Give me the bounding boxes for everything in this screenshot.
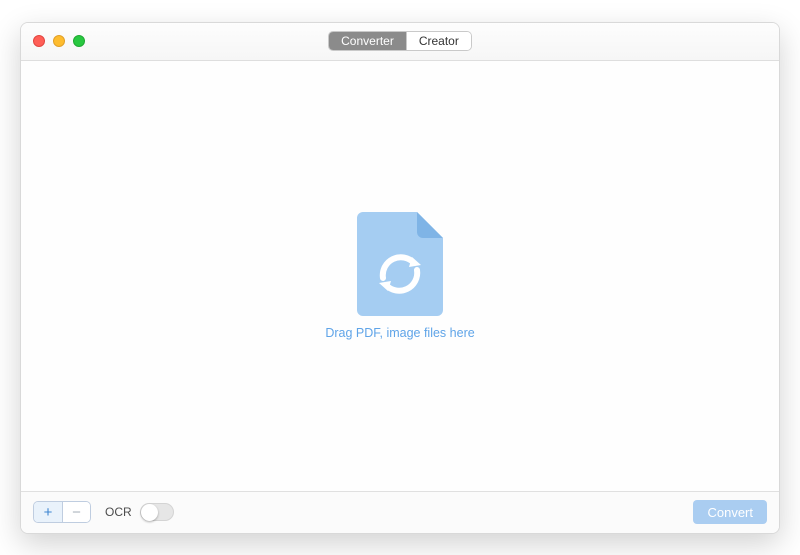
dropzone-hint: Drag PDF, image files here [325,326,474,340]
tab-creator[interactable]: Creator [406,32,471,50]
convert-button[interactable]: Convert [693,500,767,524]
minimize-icon[interactable] [53,35,65,47]
ocr-label: OCR [105,505,132,519]
ocr-toggle[interactable] [140,503,174,521]
file-convert-icon [357,212,443,316]
mode-segmented-control: Converter Creator [328,31,472,51]
dropzone[interactable]: Drag PDF, image files here [21,61,779,491]
footer-bar: + − OCR Convert [21,491,779,533]
titlebar: Converter Creator [21,23,779,61]
dropzone-graphic: Drag PDF, image files here [325,212,474,340]
window-controls [33,35,85,47]
zoom-icon[interactable] [73,35,85,47]
close-icon[interactable] [33,35,45,47]
add-remove-group: + − [33,501,91,523]
toggle-knob-icon [141,504,158,521]
remove-file-button[interactable]: − [62,502,90,522]
app-window: Converter Creator Drag PDF, image files … [20,22,780,534]
add-file-button[interactable]: + [34,502,62,522]
tab-converter[interactable]: Converter [329,32,406,50]
ocr-control: OCR [105,503,174,521]
